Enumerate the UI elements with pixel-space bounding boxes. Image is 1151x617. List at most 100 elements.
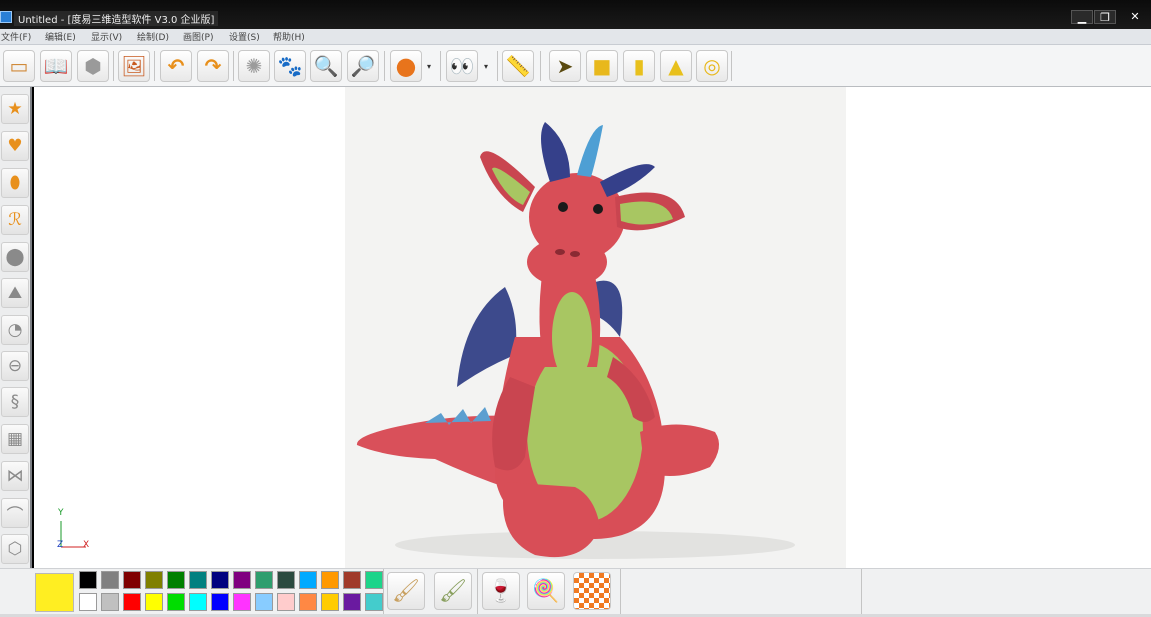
sweep-tool-button[interactable]: ⌒ <box>1 498 29 528</box>
ellipse-tool-button[interactable]: ⬮ <box>1 168 29 198</box>
color-swatch[interactable] <box>145 593 163 611</box>
color-swatch[interactable] <box>79 593 97 611</box>
cylinder-button[interactable]: ▮ <box>623 50 655 82</box>
restore-button[interactable]: ❐ <box>1094 10 1116 24</box>
material-button[interactable]: ● <box>390 50 422 82</box>
cone-button[interactable]: ▲ <box>660 50 692 82</box>
color-swatch[interactable] <box>277 593 295 611</box>
menu-view[interactable]: 显示(V) <box>91 30 122 43</box>
print-button[interactable]: 🖼 <box>118 50 150 82</box>
mirror-tool-icon: ⋈ <box>6 466 24 486</box>
color-swatch[interactable] <box>321 593 339 611</box>
color-swatch[interactable] <box>123 593 141 611</box>
star-tool-button[interactable]: ★ <box>1 94 29 124</box>
ruler-icon: 📏 <box>505 54 531 78</box>
rotate-button[interactable]: ✺ <box>238 50 270 82</box>
toolbar-separator <box>384 51 385 81</box>
revolve-tool-button[interactable]: ⬤ <box>1 242 29 272</box>
view-dropdown-arrow[interactable]: ▾ <box>484 62 488 71</box>
extrude-tool-button[interactable]: ⊖ <box>1 351 29 381</box>
palette-separator <box>620 569 621 615</box>
color-swatch[interactable] <box>79 571 97 589</box>
goblet-button[interactable]: 🍷 <box>482 572 520 610</box>
color-swatch[interactable] <box>101 571 119 589</box>
grid-tool-button[interactable]: ▦ <box>1 424 29 454</box>
menu-settings[interactable]: 设置(S) <box>229 30 260 43</box>
select-icon: ➤ <box>556 54 574 78</box>
color-swatch[interactable] <box>365 571 383 589</box>
color-swatch[interactable] <box>167 571 185 589</box>
menu-help[interactable]: 帮助(H) <box>273 30 305 43</box>
toolbar-separator <box>440 51 441 81</box>
new-button[interactable]: ▭ <box>3 50 35 82</box>
color-palette-bar: 🖌 🖌 🍷 🍭 ▦ <box>0 568 1151 615</box>
undo-icon: ↶ <box>167 54 185 78</box>
zoom-in-button[interactable]: 🔎 <box>347 50 379 82</box>
color-swatch[interactable] <box>211 571 229 589</box>
material-dropdown-arrow[interactable]: ▾ <box>427 62 431 71</box>
color-swatch[interactable] <box>277 571 295 589</box>
ruler-button[interactable]: 📏 <box>502 50 534 82</box>
color-swatch[interactable] <box>343 593 361 611</box>
loft-tool-button[interactable]: ⛰ <box>1 278 29 308</box>
torus-button[interactable]: ◎ <box>696 50 728 82</box>
redo-icon: ↷ <box>204 54 222 78</box>
pan-button[interactable]: 🐾 <box>274 50 306 82</box>
curve-tool-button[interactable]: ℛ <box>1 205 29 235</box>
save-button[interactable]: ⬢ <box>77 50 109 82</box>
toolbar-separator <box>113 51 114 81</box>
color-swatch[interactable] <box>233 571 251 589</box>
color-swatch[interactable] <box>189 571 207 589</box>
undo-button[interactable]: ↶ <box>160 50 192 82</box>
color-swatch[interactable] <box>211 593 229 611</box>
current-color-swatch[interactable] <box>35 573 74 612</box>
mirror-tool-button[interactable]: ⋈ <box>1 461 29 491</box>
zoom-out-button[interactable]: 🔍 <box>310 50 342 82</box>
color-swatch[interactable] <box>255 571 273 589</box>
checker-texture-button[interactable]: ▦ <box>573 572 611 610</box>
view-button[interactable]: 👀 <box>446 50 478 82</box>
shell-tool-icon: ⬡ <box>7 539 23 559</box>
color-swatch[interactable] <box>145 571 163 589</box>
cone-icon: ▲ <box>668 54 684 78</box>
menu-edit[interactable]: 编辑(E) <box>45 30 76 43</box>
color-swatch[interactable] <box>299 571 317 589</box>
cube-button[interactable]: ■ <box>586 50 618 82</box>
pie-tool-button[interactable]: ◔ <box>1 315 29 345</box>
minimize-button[interactable]: ▁ <box>1071 10 1093 24</box>
menu-file[interactable]: 文件(F) <box>1 30 31 43</box>
fill-spoon-button[interactable]: 🍭 <box>527 572 565 610</box>
color-swatch[interactable] <box>101 593 119 611</box>
menu-paint[interactable]: 画图(P) <box>183 30 213 43</box>
smudge-brush-button[interactable]: 🖌 <box>434 572 472 610</box>
color-swatch[interactable] <box>365 593 383 611</box>
color-swatch[interactable] <box>123 571 141 589</box>
spring-tool-button[interactable]: § <box>1 387 29 417</box>
color-swatch[interactable] <box>255 593 273 611</box>
zoom-out-icon: 🔍 <box>313 54 339 78</box>
brush-button[interactable]: 🖌 <box>387 572 425 610</box>
material-sphere-icon: ● <box>395 52 417 80</box>
open-button[interactable]: 📖 <box>40 50 72 82</box>
pan-icon: 🐾 <box>277 54 303 78</box>
heart-tool-button[interactable]: ♥ <box>1 131 29 161</box>
color-swatch[interactable] <box>189 593 207 611</box>
color-swatch[interactable] <box>343 571 361 589</box>
close-button[interactable]: ✕ <box>1120 10 1150 24</box>
main-toolbar: ▭ 📖 ⬢ 🖼 ↶ ↷ ✺ 🐾 🔍 🔎 ● ▾ 👀 ▾ 📏 ➤ ■ ▮ ▲ ◎ <box>0 45 1151 87</box>
color-swatch[interactable] <box>321 571 339 589</box>
revolve-tool-icon: ⬤ <box>5 247 25 267</box>
shell-tool-button[interactable]: ⬡ <box>1 534 29 564</box>
cube-icon: ■ <box>592 54 612 78</box>
open-icon: 📖 <box>43 54 69 78</box>
redo-button[interactable]: ↷ <box>197 50 229 82</box>
color-swatch[interactable] <box>167 593 185 611</box>
heart-tool-icon: ♥ <box>7 136 23 156</box>
color-swatch[interactable] <box>233 593 251 611</box>
drawing-canvas[interactable]: Y Z X <box>34 87 1151 568</box>
goblet-icon: 🍷 <box>487 578 515 604</box>
select-button[interactable]: ➤ <box>549 50 581 82</box>
color-swatch[interactable] <box>299 593 317 611</box>
menu-draw[interactable]: 绘制(D) <box>137 30 169 43</box>
palette-separator <box>477 569 478 615</box>
